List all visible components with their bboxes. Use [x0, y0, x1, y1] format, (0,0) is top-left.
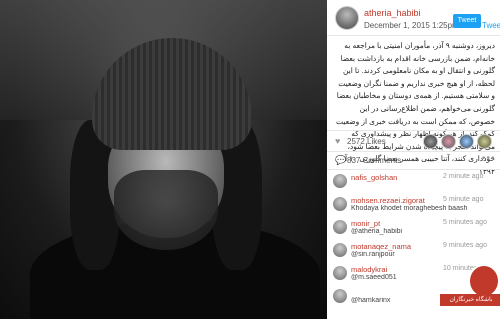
post-date: December 1, 2015 1:25pm — [364, 21, 459, 30]
comment-time: 5 minute ago — [443, 196, 484, 203]
liker-avatar[interactable] — [441, 134, 456, 149]
liker-avatar[interactable] — [423, 134, 438, 149]
watermark-badge: باشگاه خبرنگاران — [440, 264, 500, 319]
comment-text: Khodaya khodet moraghebesh baash — [351, 205, 468, 212]
comment-username[interactable]: malodykrai — [351, 265, 387, 274]
comment-username[interactable]: monir_pt — [351, 219, 380, 228]
comment-text: @sin.ranjpour — [351, 251, 395, 258]
comment-avatar[interactable] — [333, 243, 347, 257]
comment-avatar[interactable] — [333, 289, 347, 303]
post-header: atheria_habibi December 1, 2015 1:25pm T… — [327, 0, 500, 36]
watermark-logo — [468, 264, 500, 298]
likes-count[interactable]: 2572 Likes — [347, 137, 386, 146]
comment-time: 9 minutes ago — [443, 242, 487, 249]
tweet-button[interactable]: Tweet — [453, 14, 481, 28]
comment-avatar[interactable] — [333, 266, 347, 280]
comment-item: motanaqez_nama 9 minutes ago @sin.ranjpo… — [327, 241, 500, 263]
comment-avatar[interactable] — [333, 220, 347, 234]
likes-bar: ♥ 2572 Likes — [327, 130, 500, 152]
comment-item: nafis_golshan 2 minute ago — [327, 172, 500, 194]
comments-bar: 💬 837 Comments ••• — [327, 152, 500, 170]
comment-text: @atheria_habibi — [351, 228, 403, 235]
post-photo — [0, 0, 327, 319]
heart-icon[interactable]: ♥ — [335, 136, 340, 146]
comment-icon[interactable]: 💬 — [335, 155, 346, 166]
comment-item: mohsen.rezaei.zigorat 5 minute ago Khoda… — [327, 195, 500, 217]
comment-avatar[interactable] — [333, 197, 347, 211]
tweet-link[interactable]: Tweet — [482, 21, 500, 30]
comment-username[interactable]: nafis_golshan — [351, 173, 397, 182]
comment-item: monir_pt 5 minutes ago @atheria_habibi — [327, 218, 500, 240]
liker-avatar[interactable] — [459, 134, 474, 149]
author-username[interactable]: atheria_habibi — [364, 8, 421, 18]
comment-avatar[interactable] — [333, 174, 347, 188]
watermark-text: باشگاه خبرنگاران — [440, 294, 500, 306]
photo-beard — [114, 170, 218, 250]
comment-username[interactable]: mohsen.rezaei.zigorat — [351, 196, 425, 205]
comment-time: 5 minutes ago — [443, 219, 487, 226]
comment-time: 2 minute ago — [443, 173, 484, 180]
more-dots-icon[interactable]: ••• — [482, 153, 496, 164]
author-avatar[interactable] — [335, 6, 359, 30]
comments-count[interactable]: 837 Comments — [347, 156, 401, 165]
comment-username[interactable]: motanaqez_nama — [351, 242, 411, 251]
liker-avatar[interactable] — [477, 134, 492, 149]
